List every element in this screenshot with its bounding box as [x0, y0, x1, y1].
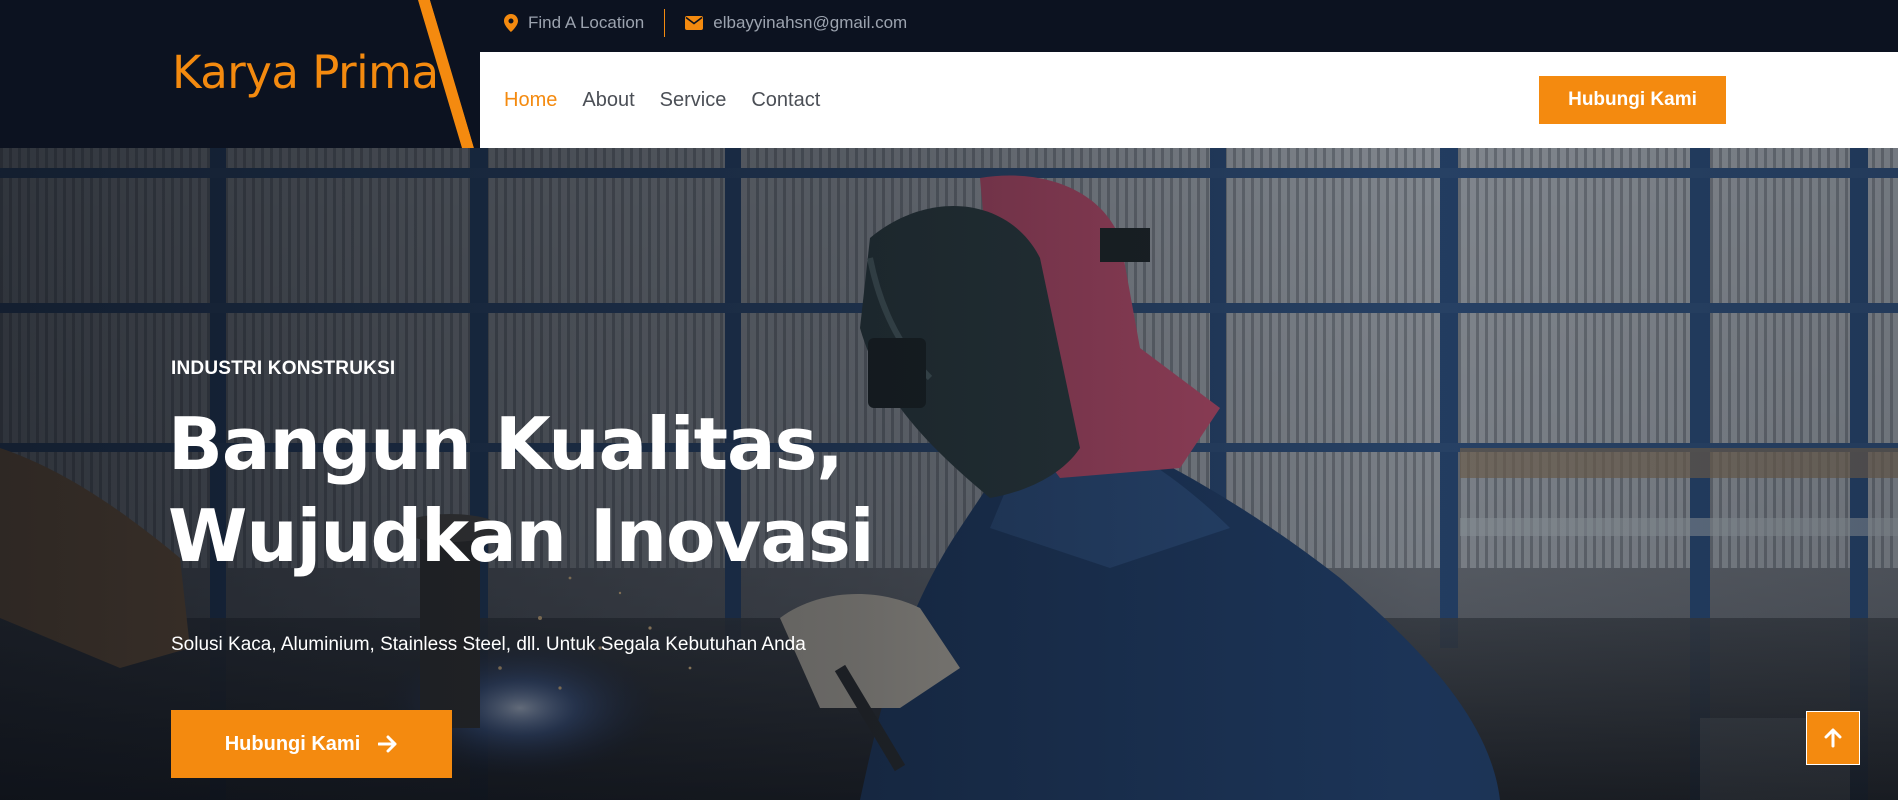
hero-section: INDUSTRI KONSTRUKSI Bangun Kualitas, Wuj…	[0, 148, 1898, 800]
arrow-up-icon	[1824, 728, 1842, 748]
email-label: elbayyinahsn@gmail.com	[713, 13, 908, 32]
nav-item-about[interactable]: About	[582, 89, 634, 112]
hero-eyebrow: INDUSTRI KONSTRUKSI	[171, 358, 396, 379]
hero-subtitle: Solusi Kaca, Aluminium, Stainless Steel,…	[171, 634, 806, 655]
main-nav: Home About Service Contact	[504, 52, 820, 148]
arrow-right-icon	[378, 735, 397, 753]
contact-location[interactable]: Find A Location	[504, 13, 644, 33]
header-contact-button[interactable]: Hubungi Kami	[1539, 76, 1726, 124]
hero-headline-line-2: Wujudkan Inovasi	[168, 494, 875, 578]
contact-divider	[664, 9, 666, 37]
envelope-icon	[685, 16, 704, 30]
map-pin-icon	[504, 14, 518, 32]
logo-divider-slash	[418, 0, 500, 148]
nav-item-service[interactable]: Service	[660, 89, 727, 112]
nav-item-home[interactable]: Home	[504, 89, 557, 112]
location-label: Find A Location	[528, 13, 645, 32]
hero-headline-line-1: Bangun Kualitas,	[168, 402, 844, 486]
hero-contact-button[interactable]: Hubungi Kami	[171, 710, 452, 778]
hero-contact-label: Hubungi Kami	[224, 732, 361, 755]
scroll-to-top-button[interactable]	[1806, 711, 1860, 765]
contact-bar: Find A Location elbayyinahsn@gmail.com	[504, 0, 907, 46]
contact-email[interactable]: elbayyinahsn@gmail.com	[685, 13, 907, 33]
nav-item-contact[interactable]: Contact	[751, 89, 820, 112]
hero-headline: Bangun Kualitas, Wujudkan Inovasi	[168, 398, 875, 582]
